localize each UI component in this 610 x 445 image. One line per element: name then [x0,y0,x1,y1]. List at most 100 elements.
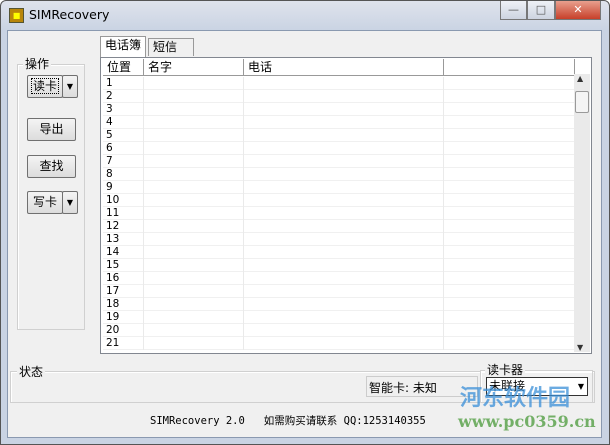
table-row[interactable]: 11 [103,207,575,220]
smart-card-value: 未知 [412,381,437,395]
table-cell [144,77,244,90]
column-phone[interactable]: 电话 [244,59,444,76]
write-card-dropdown[interactable]: ▼ [62,191,78,214]
table-cell: 16 [103,272,144,285]
table-cell: 3 [103,103,144,116]
table-cell: 11 [103,207,144,220]
table-row[interactable]: 20 [103,324,575,337]
table-row[interactable]: 2 [103,90,575,103]
column-extra[interactable] [444,59,575,76]
version-text: SIMRecovery 2.0 [150,415,245,427]
table-cell [244,181,444,194]
table-cell: 10 [103,194,144,207]
tab-sms[interactable]: 短信 [148,38,194,56]
table-cell [144,259,244,272]
table-cell [244,90,444,103]
scroll-up-arrow[interactable]: ▲ [577,74,583,83]
read-card-button[interactable]: 读卡 [27,75,63,98]
table-cell [144,181,244,194]
table-cell [444,181,575,194]
status-label: 状态 [17,363,46,380]
table-cell [444,168,575,181]
read-card-dropdown[interactable]: ▼ [62,75,78,98]
window-title: SIMRecovery [29,7,110,22]
table-row[interactable]: 18 [103,298,575,311]
table-row[interactable]: 9 [103,181,575,194]
table-cell [144,311,244,324]
table-cell [444,246,575,259]
table-cell [444,233,575,246]
watermark-url: www.pc0359.cn [458,412,596,431]
table-cell [444,77,575,90]
column-position[interactable]: 位置 [103,59,144,76]
table-cell [444,311,575,324]
minimize-button[interactable]: — [500,1,527,20]
write-card-button[interactable]: 写卡 [27,191,63,214]
column-name[interactable]: 名字 [144,59,244,76]
table-row[interactable]: 21 [103,337,575,350]
table-row[interactable]: 3 [103,103,575,116]
chevron-down-icon: ▼ [577,382,584,391]
find-button[interactable]: 查找 [27,155,76,178]
table-row[interactable]: 1 [103,77,575,90]
table-row[interactable]: 7 [103,155,575,168]
table-cell [244,259,444,272]
table-row[interactable]: 8 [103,168,575,181]
table-row[interactable]: 4 [103,116,575,129]
table-cell [244,142,444,155]
table-cell [244,324,444,337]
read-card-label: 读卡 [30,78,59,94]
reader-label: 读卡器 [485,361,526,378]
watermark-logo: 河东软件园 [460,386,571,411]
table-row[interactable]: 17 [103,285,575,298]
table-cell [244,246,444,259]
table-cell [444,155,575,168]
phonebook-list[interactable]: 位置 名字 电话 1 2 3 4 5 6 7 8 9 10 11 12 13 14 15 16 17 18 19 20… [100,57,592,354]
table-cell [444,103,575,116]
table-cell [444,298,575,311]
table-row[interactable]: 19 [103,311,575,324]
maximize-button[interactable]: □ [527,1,555,20]
table-cell [444,142,575,155]
table-row[interactable]: 5 [103,129,575,142]
table-cell [244,311,444,324]
vertical-scrollbar[interactable]: ▲ ▼ [574,74,590,352]
table-cell: 13 [103,233,144,246]
table-row[interactable]: 14 [103,246,575,259]
table-row[interactable]: 10 [103,194,575,207]
table-cell [444,259,575,272]
table-cell [144,337,244,350]
table-cell [144,155,244,168]
scroll-down-arrow[interactable]: ▼ [577,343,583,352]
table-row[interactable]: 13 [103,233,575,246]
table-cell [244,155,444,168]
table-cell [444,272,575,285]
table-cell: 17 [103,285,144,298]
table-cell: 20 [103,324,144,337]
table-cell [444,194,575,207]
table-cell: 18 [103,298,144,311]
table-cell [444,220,575,233]
table-cell [244,129,444,142]
table-row[interactable]: 15 [103,259,575,272]
table-cell [144,142,244,155]
contact-text: 如需购买请联系 QQ:1253140355 [263,415,426,427]
table-cell: 12 [103,220,144,233]
table-cell [144,220,244,233]
table-row[interactable]: 6 [103,142,575,155]
table-cell [244,298,444,311]
table-cell [244,220,444,233]
table-cell [144,285,244,298]
table-cell: 19 [103,311,144,324]
export-button[interactable]: 导出 [27,118,76,141]
table-cell: 6 [103,142,144,155]
tab-phonebook[interactable]: 电话簿 [100,36,147,57]
list-header: 位置 名字 电话 [103,59,575,76]
table-cell [144,233,244,246]
table-row[interactable]: 16 [103,272,575,285]
table-row[interactable]: 12 [103,220,575,233]
table-cell [244,168,444,181]
scroll-thumb[interactable] [575,91,589,113]
close-button[interactable]: ✕ [555,1,601,20]
table-cell [144,168,244,181]
